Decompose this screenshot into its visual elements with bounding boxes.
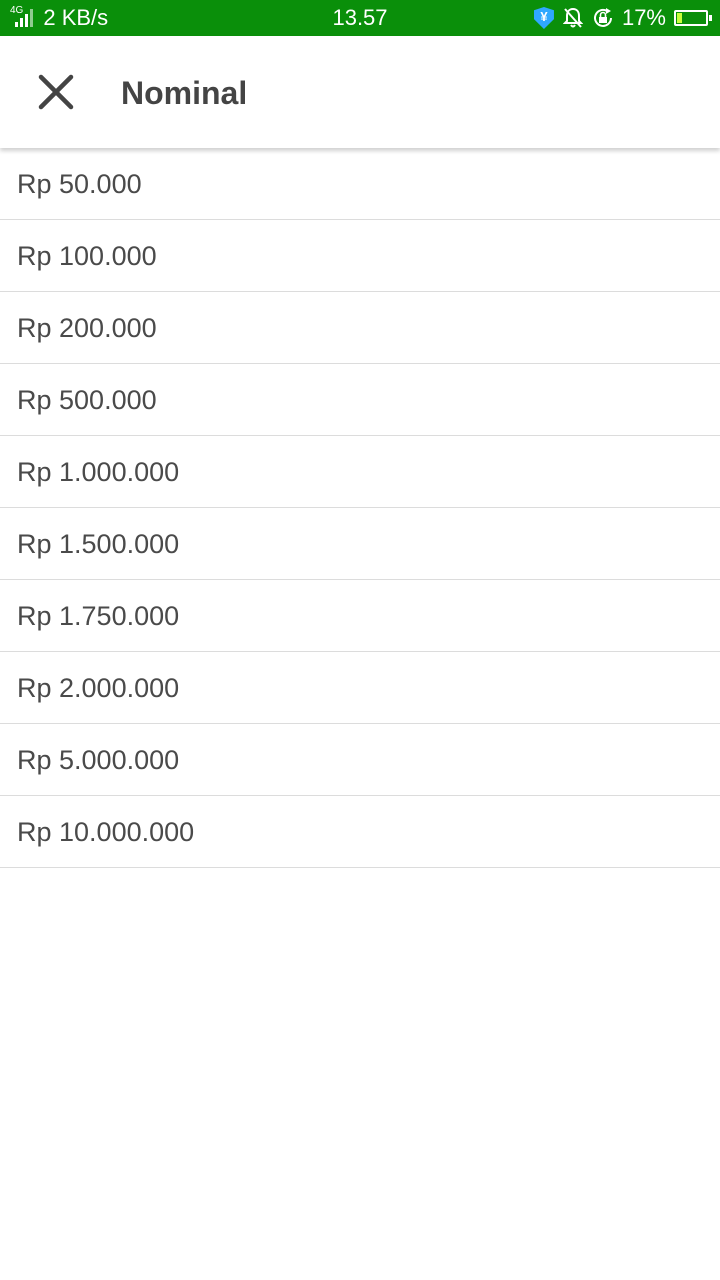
close-button[interactable] bbox=[24, 60, 88, 124]
app-bar: Nominal bbox=[0, 36, 720, 148]
nominal-option[interactable]: Rp 100.000 bbox=[0, 220, 720, 292]
bell-off-icon bbox=[562, 7, 584, 29]
charging-bolt-icon: ϟ bbox=[687, 9, 695, 25]
shield-icon: ¥ bbox=[533, 7, 554, 29]
nominal-option[interactable]: Rp 5.000.000 bbox=[0, 724, 720, 796]
battery-percent: 17% bbox=[621, 5, 666, 30]
status-bar: 4G 2 KB/s 13.57 ¥ 17% ϟ bbox=[0, 0, 720, 36]
close-icon bbox=[38, 74, 74, 110]
nominal-option[interactable]: Rp 1.000.000 bbox=[0, 436, 720, 508]
nominal-option[interactable]: Rp 2.000.000 bbox=[0, 652, 720, 724]
page-title: Nominal bbox=[121, 75, 248, 111]
nominal-option[interactable]: Rp 500.000 bbox=[0, 364, 720, 436]
nominal-list: Rp 50.000 Rp 100.000 Rp 200.000 Rp 500.0… bbox=[0, 148, 720, 868]
nominal-option[interactable]: Rp 50.000 bbox=[0, 148, 720, 220]
nominal-option[interactable]: Rp 10.000.000 bbox=[0, 796, 720, 868]
status-right: ¥ 17% ϟ bbox=[533, 0, 712, 36]
nominal-option[interactable]: Rp 1.500.000 bbox=[0, 508, 720, 580]
nominal-option[interactable]: Rp 1.750.000 bbox=[0, 580, 720, 652]
nominal-option[interactable]: Rp 200.000 bbox=[0, 292, 720, 364]
battery-charging-icon: ϟ bbox=[674, 9, 712, 26]
lock-rotate-icon bbox=[592, 7, 614, 29]
